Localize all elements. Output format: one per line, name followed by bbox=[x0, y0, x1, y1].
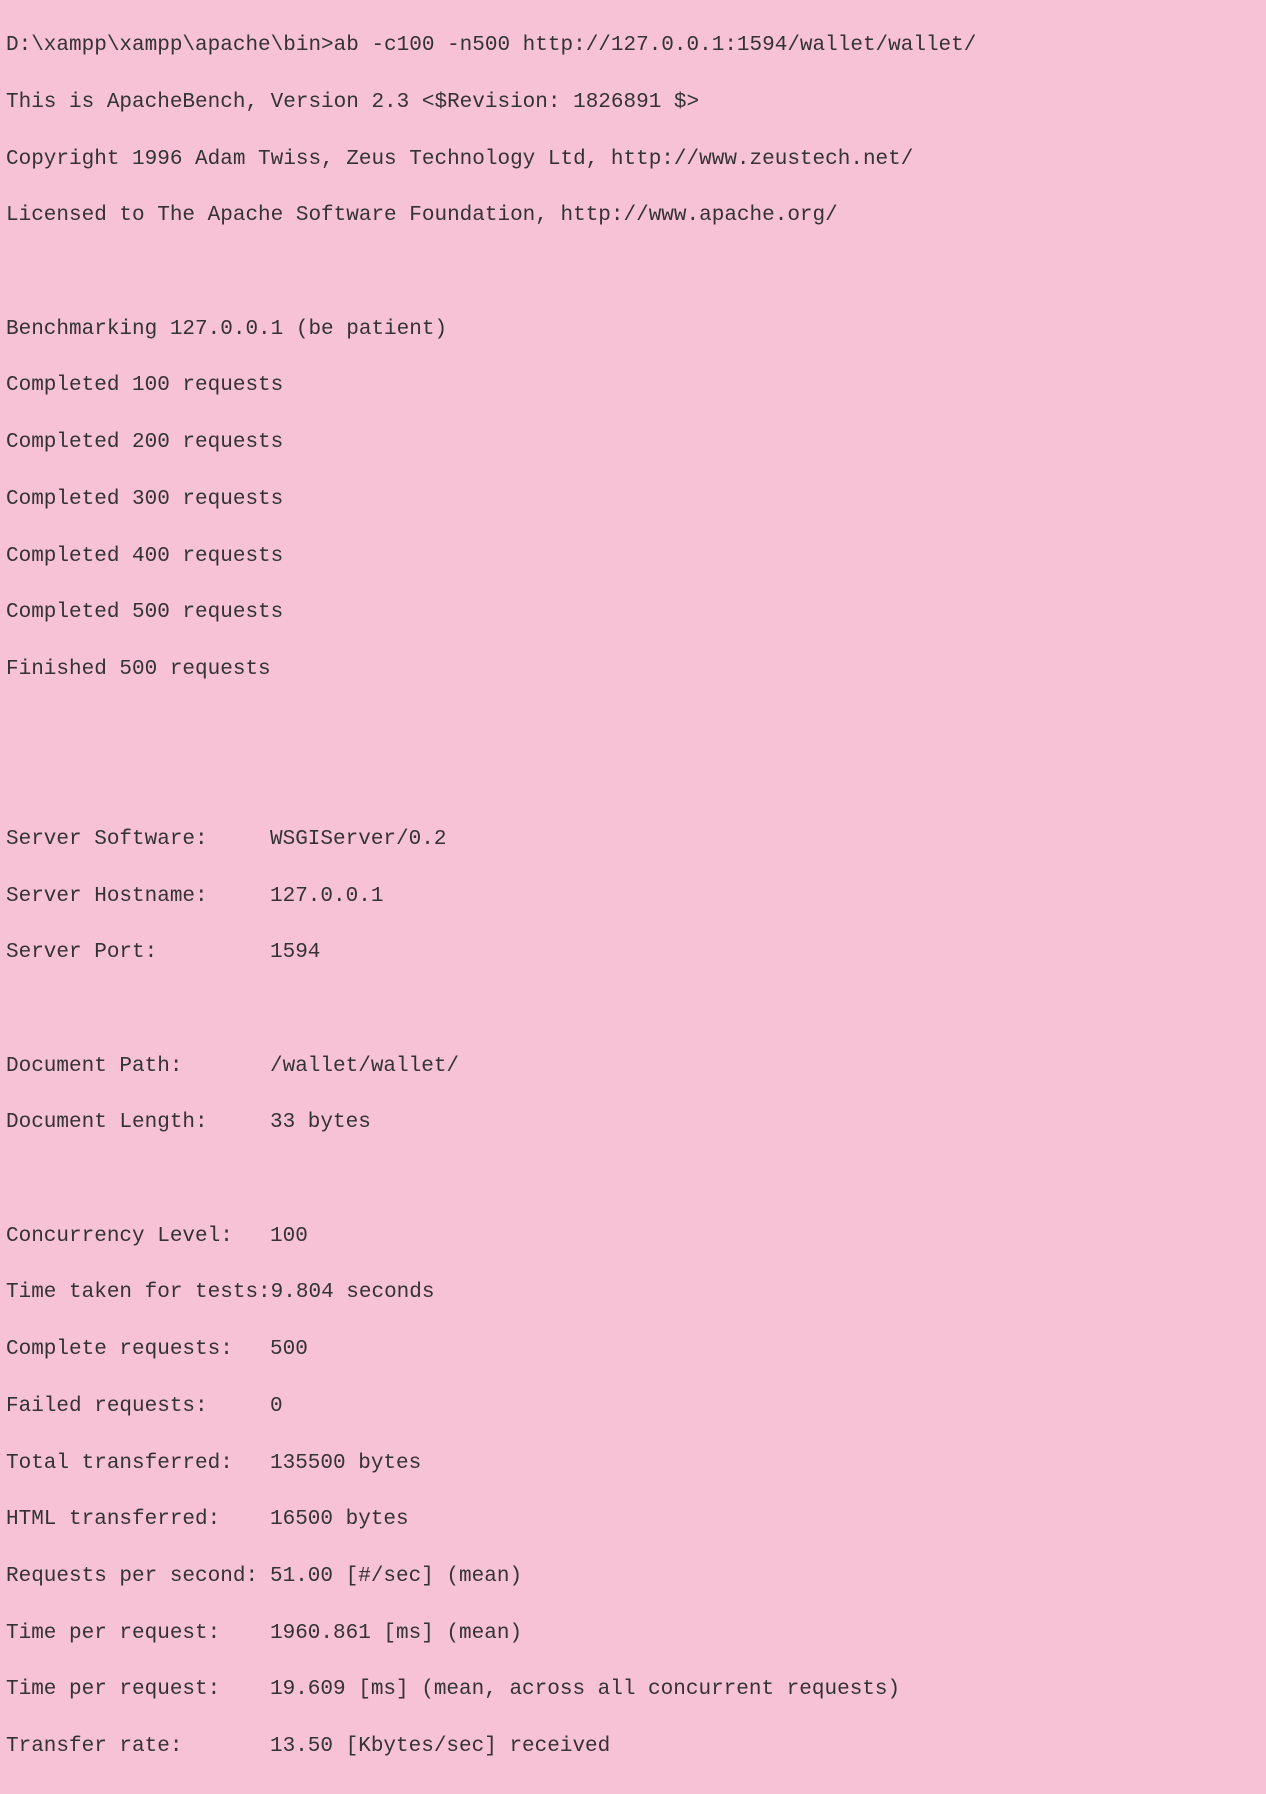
result-value: /wallet/wallet/ bbox=[270, 1053, 459, 1081]
result-row: Requests per second:51.00 [#/sec] (mean) bbox=[6, 1563, 1260, 1591]
result-label: Server Software: bbox=[6, 826, 270, 854]
result-label: Concurrency Level: bbox=[6, 1223, 270, 1251]
result-row: Server Port:1594 bbox=[6, 939, 1260, 967]
result-value: 127.0.0.1 bbox=[270, 883, 383, 911]
result-label: Document Path: bbox=[6, 1053, 270, 1081]
result-value: 135500 bytes bbox=[270, 1450, 421, 1478]
result-row: Document Length:33 bytes bbox=[6, 1109, 1260, 1137]
result-value: 1960.861 [ms] (mean) bbox=[270, 1620, 522, 1648]
result-row: Time taken for tests:9.804 seconds bbox=[6, 1279, 1260, 1307]
result-value: 0 bbox=[270, 1393, 283, 1421]
result-label: Complete requests: bbox=[6, 1336, 270, 1364]
result-value: 51.00 [#/sec] (mean) bbox=[270, 1563, 522, 1591]
result-value: 33 bytes bbox=[270, 1109, 371, 1137]
blank-line bbox=[6, 1166, 1260, 1194]
result-label: Time taken for tests: bbox=[6, 1279, 271, 1307]
progress-line: Finished 500 requests bbox=[6, 656, 1260, 684]
progress-line: Completed 300 requests bbox=[6, 486, 1260, 514]
result-label: Time per request: bbox=[6, 1676, 270, 1704]
blank-line bbox=[6, 769, 1260, 797]
result-row: Time per request:19.609 [ms] (mean, acro… bbox=[6, 1676, 1260, 1704]
result-value: 1594 bbox=[270, 939, 320, 967]
progress-line: Completed 500 requests bbox=[6, 599, 1260, 627]
result-row: Complete requests:500 bbox=[6, 1336, 1260, 1364]
result-row: Failed requests:0 bbox=[6, 1393, 1260, 1421]
result-label: Document Length: bbox=[6, 1109, 270, 1137]
result-label: Time per request: bbox=[6, 1620, 270, 1648]
result-label: HTML transferred: bbox=[6, 1506, 270, 1534]
result-value: 13.50 [Kbytes/sec] received bbox=[270, 1733, 610, 1761]
blank-line bbox=[6, 259, 1260, 287]
command-line: D:\xampp\xampp\apache\bin>ab -c100 -n500… bbox=[6, 32, 1260, 60]
result-row: Document Path:/wallet/wallet/ bbox=[6, 1053, 1260, 1081]
result-value: 500 bbox=[270, 1336, 308, 1364]
result-label: Requests per second: bbox=[6, 1563, 270, 1591]
blank-line bbox=[6, 996, 1260, 1024]
result-value: 16500 bytes bbox=[270, 1506, 409, 1534]
result-label: Transfer rate: bbox=[6, 1733, 270, 1761]
license-line: Licensed to The Apache Software Foundati… bbox=[6, 202, 1260, 230]
blank-line bbox=[6, 713, 1260, 741]
result-label: Total transferred: bbox=[6, 1450, 270, 1478]
terminal-output: D:\xampp\xampp\apache\bin>ab -c100 -n500… bbox=[0, 0, 1266, 1794]
benchmark-status: Benchmarking 127.0.0.1 (be patient) bbox=[6, 316, 1260, 344]
result-value: 9.804 seconds bbox=[271, 1279, 435, 1307]
progress-line: Completed 200 requests bbox=[6, 429, 1260, 457]
intro-line: This is ApacheBench, Version 2.3 <$Revis… bbox=[6, 89, 1260, 117]
result-row: Time per request:1960.861 [ms] (mean) bbox=[6, 1620, 1260, 1648]
result-value: WSGIServer/0.2 bbox=[270, 826, 446, 854]
progress-line: Completed 400 requests bbox=[6, 543, 1260, 571]
result-label: Failed requests: bbox=[6, 1393, 270, 1421]
progress-line: Completed 100 requests bbox=[6, 372, 1260, 400]
result-value: 19.609 [ms] (mean, across all concurrent… bbox=[270, 1676, 900, 1704]
copyright-line: Copyright 1996 Adam Twiss, Zeus Technolo… bbox=[6, 146, 1260, 174]
result-row: Total transferred:135500 bytes bbox=[6, 1450, 1260, 1478]
result-row: Transfer rate:13.50 [Kbytes/sec] receive… bbox=[6, 1733, 1260, 1761]
result-row: Server Hostname:127.0.0.1 bbox=[6, 883, 1260, 911]
result-label: Server Port: bbox=[6, 939, 270, 967]
result-row: Server Software:WSGIServer/0.2 bbox=[6, 826, 1260, 854]
result-value: 100 bbox=[270, 1223, 308, 1251]
result-row: Concurrency Level:100 bbox=[6, 1223, 1260, 1251]
result-row: HTML transferred:16500 bytes bbox=[6, 1506, 1260, 1534]
result-label: Server Hostname: bbox=[6, 883, 270, 911]
